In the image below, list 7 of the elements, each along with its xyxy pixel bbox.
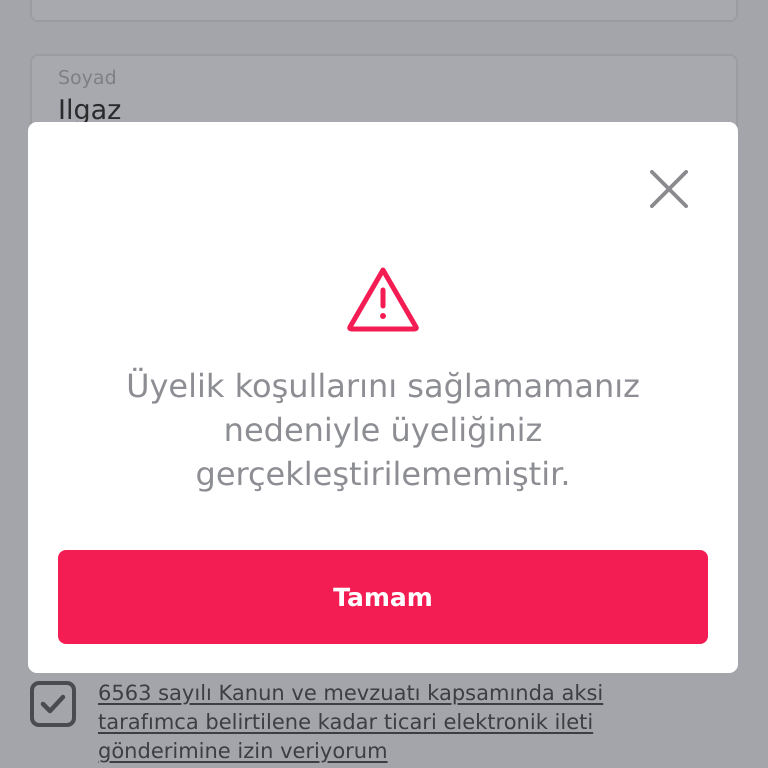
close-icon[interactable] [650,170,688,208]
warning-icon [347,266,419,332]
field-value: Ilgaz [58,94,122,128]
checkbox[interactable] [30,681,76,727]
consent-link[interactable]: 6563 sayılı Kanun ve mevzuatı kapsamında aksi tarafımca belirtilene kadar ticari elektronik ileti gönderimine izin veriyorum [98,679,698,766]
alert-message: Üyelik koşullarını sağlamamanız nedeniyle üyeliğiniz gerçekleştirilememiştir. [125,366,641,495]
ok-button[interactable]: Tamam [58,550,708,644]
